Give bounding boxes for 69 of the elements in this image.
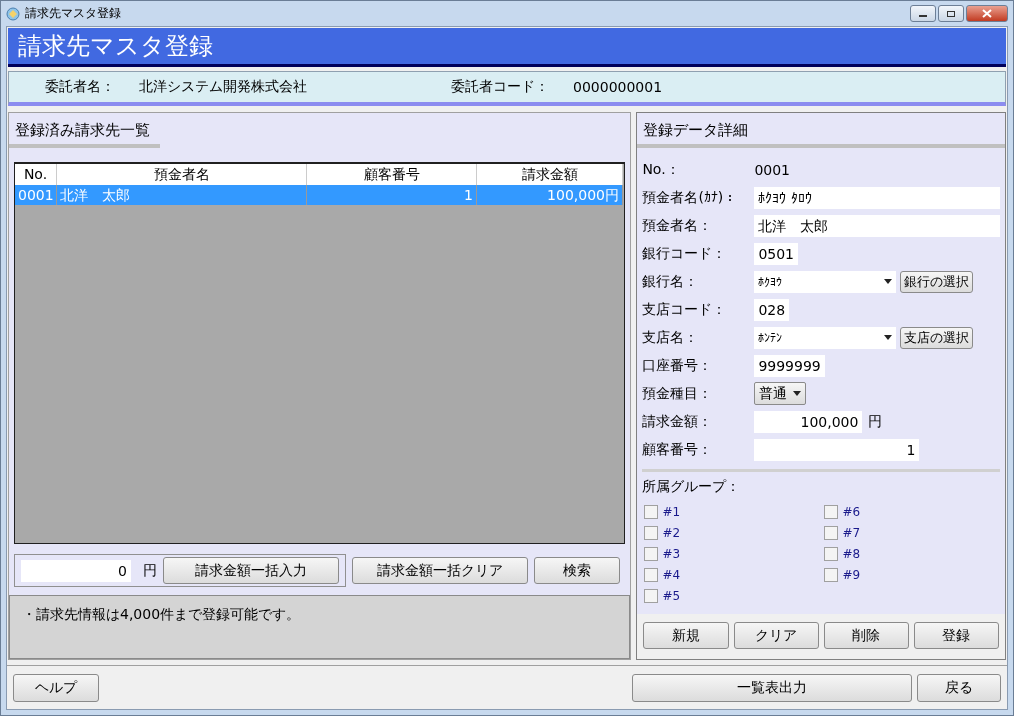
group-checkbox[interactable]: #2 [644, 522, 825, 543]
field-label: 預金者名： [642, 216, 714, 235]
column-header[interactable]: 預金者名 [57, 164, 307, 185]
input-field[interactable]: 0501 [754, 242, 798, 265]
field-label: 支店コード： [642, 300, 728, 319]
consignor-code-label: 委託者コード： [451, 78, 549, 96]
bulk-amount-field[interactable]: 0 [21, 559, 131, 582]
field-label: 請求金額： [642, 412, 714, 431]
group-checkbox[interactable]: #1 [644, 501, 825, 522]
group-checkbox[interactable]: #5 [644, 585, 825, 606]
consignor-name: 北洋システム開発株式会社 [139, 78, 307, 96]
window-title: 請求先マスタ登録 [25, 5, 121, 22]
field-label: 支店名： [642, 328, 700, 347]
record-number: 0001 [754, 161, 790, 178]
export-button[interactable]: 一覧表出力 [632, 673, 912, 702]
dropdown-field[interactable]: 普通 [754, 382, 807, 405]
column-header[interactable]: 顧客番号 [307, 164, 477, 185]
input-field[interactable]: 北洋 太郎 [754, 214, 1001, 237]
bulk-input-button[interactable]: 請求金額一括入力 [163, 557, 339, 584]
caret-icon [793, 391, 802, 396]
help-button[interactable]: ヘルプ [13, 673, 99, 702]
column-header[interactable]: 請求金額 [477, 164, 623, 185]
group-checkbox[interactable]: #4 [644, 564, 825, 585]
action-button[interactable]: 請求金額一括クリア [352, 557, 528, 584]
panel-title: 登録データ詳細 [637, 113, 1005, 148]
dropdown-field[interactable]: ﾎﾝﾃﾝ [754, 326, 897, 349]
dropdown-field[interactable]: ﾎｸﾖｳ [754, 270, 897, 293]
field-label: 銀行コード： [642, 244, 728, 263]
close-icon [982, 9, 992, 18]
action-button[interactable]: 検索 [534, 557, 620, 584]
group-checkbox[interactable]: #6 [824, 501, 1005, 522]
maximize-icon [946, 9, 956, 18]
field-label: 口座番号： [642, 356, 714, 375]
input-field[interactable]: 9999999 [754, 354, 825, 377]
action-button[interactable]: クリア [733, 622, 819, 649]
action-button[interactable]: 登録 [913, 622, 999, 649]
field-label: 預金種目： [642, 384, 714, 403]
select-button[interactable]: 銀行の選択 [900, 270, 974, 293]
select-button[interactable]: 支店の選択 [900, 326, 974, 349]
caret-icon [884, 335, 893, 340]
input-field[interactable]: 100,000 [754, 410, 863, 433]
group-checkbox[interactable]: #8 [824, 543, 1005, 564]
group-label: 所属グループ： [641, 478, 742, 496]
panel-title: 登録済み請求先一覧 [9, 113, 160, 148]
field-label: No.： [642, 160, 681, 179]
caret-icon [884, 279, 893, 284]
page-header: 請求先マスタ登録 [8, 28, 1006, 67]
maximize-button[interactable] [938, 5, 964, 22]
close-button[interactable] [966, 5, 1008, 22]
action-button[interactable]: 新規 [643, 622, 729, 649]
column-header[interactable]: No. [15, 164, 57, 185]
group-checkbox[interactable]: #9 [824, 564, 1005, 585]
input-field[interactable]: 1 [754, 438, 920, 461]
consignor-name-label: 委託者名： [45, 78, 115, 96]
yen-unit: 円 [868, 412, 883, 431]
field-label: 預金者名(ｶﾅ)： [642, 188, 739, 207]
group-checkbox[interactable]: #3 [644, 543, 825, 564]
input-field[interactable]: 028 [754, 298, 790, 321]
app-icon [6, 6, 20, 21]
minimize-button[interactable] [910, 5, 936, 22]
action-button[interactable]: 削除 [823, 622, 909, 649]
consignor-code: 0000000001 [573, 79, 663, 95]
yen-unit: 円 [143, 561, 157, 580]
back-button[interactable]: 戻る [917, 673, 1001, 702]
field-label: 顧客番号： [642, 440, 714, 459]
info-note: ・請求先情報は4,000件まで登録可能です。 [9, 595, 631, 659]
group-checkbox[interactable]: #7 [824, 522, 1005, 543]
input-field[interactable]: ﾎｸﾖｳ ﾀﾛｳ [754, 186, 1001, 209]
field-label: 銀行名： [642, 272, 700, 291]
